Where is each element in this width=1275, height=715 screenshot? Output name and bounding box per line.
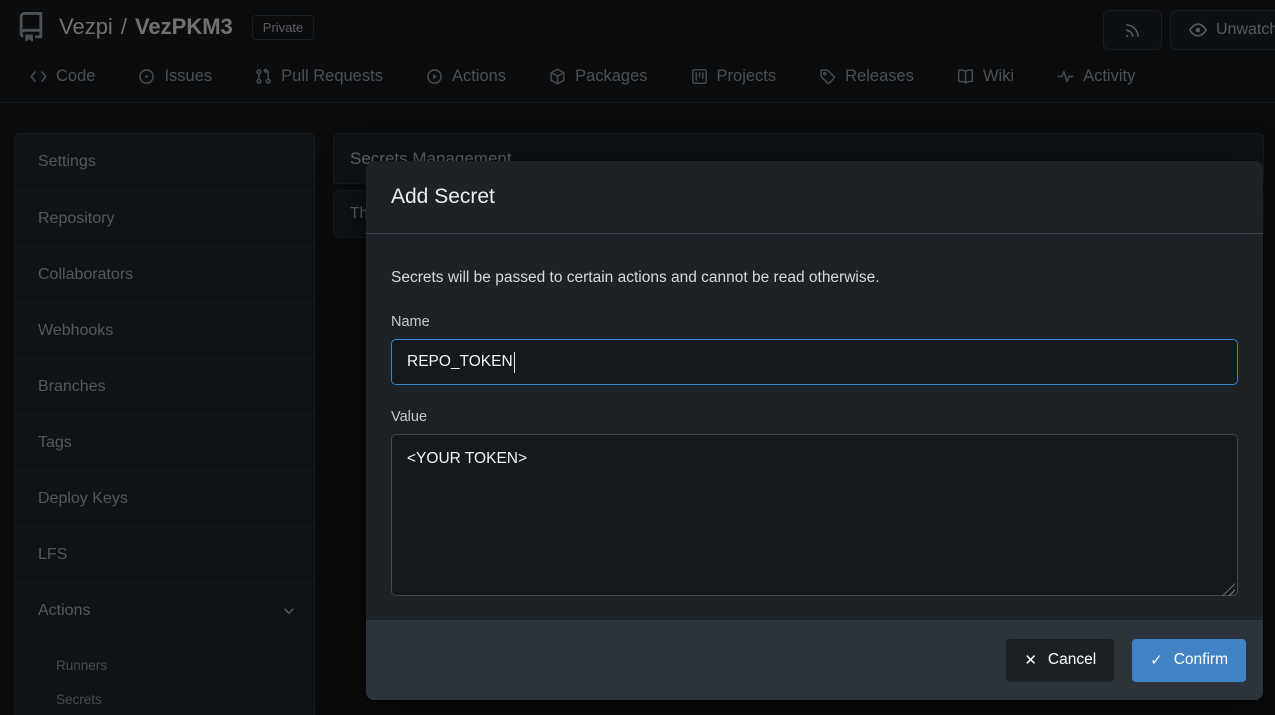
- value-field-label: Value: [391, 409, 1238, 425]
- confirm-button[interactable]: ✓ Confirm: [1132, 639, 1246, 682]
- add-secret-modal: Add Secret Secrets will be passed to cer…: [366, 161, 1263, 700]
- modal-body: Secrets will be passed to certain action…: [366, 234, 1263, 601]
- cancel-button[interactable]: ✕ Cancel: [1006, 639, 1114, 682]
- secret-value-textarea[interactable]: <YOUR TOKEN>: [391, 434, 1238, 596]
- modal-header: Add Secret: [366, 161, 1263, 234]
- text-caret: [514, 352, 516, 373]
- check-icon: ✓: [1150, 653, 1163, 668]
- name-field-group: Name REPO_TOKEN: [391, 314, 1238, 385]
- value-field-group: Value <YOUR TOKEN>: [391, 409, 1238, 601]
- secret-name-value: REPO_TOKEN: [407, 353, 513, 371]
- modal-footer: ✕ Cancel ✓ Confirm: [366, 620, 1263, 700]
- secret-name-input[interactable]: REPO_TOKEN: [391, 339, 1238, 385]
- value-textarea-wrap: <YOUR TOKEN>: [391, 434, 1238, 601]
- name-field-label: Name: [391, 314, 1238, 330]
- cancel-label: Cancel: [1048, 651, 1096, 669]
- modal-title: Add Secret: [391, 185, 495, 209]
- close-icon: ✕: [1024, 653, 1037, 668]
- modal-description: Secrets will be passed to certain action…: [391, 269, 1238, 287]
- confirm-label: Confirm: [1174, 651, 1228, 669]
